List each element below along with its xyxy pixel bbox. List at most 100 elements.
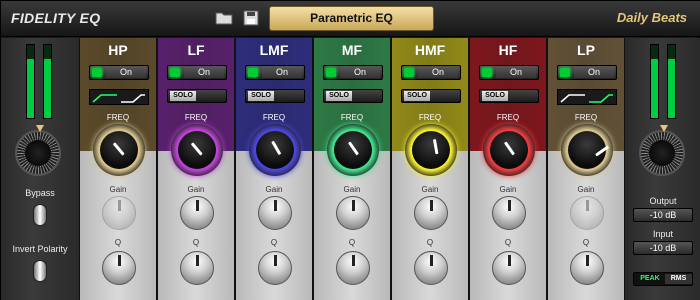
band-on-switch[interactable]: On <box>557 65 617 80</box>
freq-knob[interactable] <box>171 124 223 176</box>
gain-label: Gain <box>421 185 439 194</box>
solo-button[interactable]: SOLO <box>167 89 227 103</box>
gain-label: Gain <box>109 185 127 194</box>
solo-label: SOLO <box>326 91 352 101</box>
q-knob-indicator <box>352 255 355 266</box>
peak-option[interactable]: PEAK <box>636 274 664 284</box>
meter-mode-switch[interactable]: PEAK RMS <box>633 272 693 286</box>
q-label: Q <box>114 238 122 247</box>
freq-knob-indicator <box>271 140 282 156</box>
open-folder-icon[interactable] <box>215 10 233 26</box>
output-meter-left <box>650 44 659 119</box>
band-mf: MF On SOLO FREQ Gain Q <box>313 38 391 300</box>
freq-knob[interactable] <box>483 124 535 176</box>
gain-knob-indicator <box>196 200 199 211</box>
q-knob[interactable] <box>492 251 526 285</box>
q-knob[interactable] <box>570 251 604 285</box>
on-led <box>170 68 180 77</box>
band-on-switch[interactable]: On <box>479 65 539 80</box>
freq-knob[interactable] <box>327 124 379 176</box>
output-trim-dial[interactable] <box>639 125 685 176</box>
freq-knob-cap <box>178 131 216 169</box>
band-on-switch[interactable]: On <box>167 65 227 80</box>
q-knob-indicator <box>118 255 121 266</box>
preset-selector[interactable]: Parametric EQ <box>269 6 434 31</box>
freq-knob-indicator <box>595 145 610 157</box>
q-knob-indicator <box>508 255 511 266</box>
band-on-switch[interactable]: On <box>401 65 461 80</box>
title-bar: FIDELITY EQ Parametric EQ Daily Beats <box>1 1 700 37</box>
solo-label: SOLO <box>170 91 196 101</box>
freq-label: FREQ <box>106 113 130 122</box>
app-title: FIDELITY EQ <box>11 10 101 26</box>
gain-knob[interactable] <box>180 196 214 230</box>
slope-option-b[interactable] <box>587 91 615 103</box>
q-knob[interactable] <box>414 251 448 285</box>
q-knob-indicator <box>196 255 199 266</box>
gain-knob-indicator <box>430 200 433 211</box>
on-led <box>326 68 336 77</box>
gain-knob-indicator <box>274 200 277 211</box>
band-name: LF <box>187 42 205 58</box>
q-knob-indicator <box>274 255 277 266</box>
freq-knob-indicator <box>112 142 125 156</box>
gain-knob[interactable] <box>414 196 448 230</box>
solo-button[interactable]: SOLO <box>245 89 305 103</box>
freq-knob[interactable] <box>405 124 457 176</box>
bypass-toggle[interactable] <box>33 204 47 226</box>
slope-option-b[interactable] <box>119 91 147 103</box>
freq-knob-cap <box>412 131 450 169</box>
q-knob[interactable] <box>336 251 370 285</box>
gain-knob-indicator <box>586 200 589 211</box>
input-readout[interactable]: -10 dB <box>633 241 693 255</box>
gain-knob[interactable] <box>492 196 526 230</box>
freq-knob-indicator <box>503 141 516 156</box>
on-led <box>482 68 492 77</box>
on-label: On <box>574 67 614 78</box>
gain-knob <box>102 196 136 230</box>
q-knob[interactable] <box>180 251 214 285</box>
freq-label: FREQ <box>418 113 442 122</box>
q-label: Q <box>582 238 590 247</box>
band-lf: LF On SOLO FREQ Gain Q <box>157 38 235 300</box>
band-name: MF <box>341 42 363 58</box>
solo-button[interactable]: SOLO <box>479 89 539 103</box>
band-on-switch[interactable]: On <box>89 65 149 80</box>
gain-knob-indicator <box>118 200 121 211</box>
save-icon[interactable] <box>243 10 261 26</box>
freq-knob-indicator <box>347 141 360 156</box>
slope-option-a[interactable] <box>559 91 587 103</box>
freq-knob[interactable] <box>249 124 301 176</box>
band-on-switch[interactable]: On <box>323 65 383 80</box>
rms-option[interactable]: RMS <box>665 274 692 284</box>
freq-knob[interactable] <box>93 124 145 176</box>
band-name: HF <box>498 42 518 58</box>
input-trim-dial[interactable] <box>15 125 61 176</box>
filter-slope-selector[interactable] <box>557 89 617 105</box>
q-label: Q <box>270 238 278 247</box>
gain-knob[interactable] <box>258 196 292 230</box>
output-readout[interactable]: -10 dB <box>633 208 693 222</box>
q-label: Q <box>348 238 356 247</box>
gain-knob-indicator <box>508 200 511 211</box>
solo-button[interactable]: SOLO <box>323 89 383 103</box>
band-hp: HP On FREQ Gain Q <box>79 38 157 300</box>
q-knob-indicator <box>586 255 589 266</box>
invert-polarity-label: Invert Polarity <box>12 244 68 254</box>
band-lp: LP On FREQ Gain Q <box>547 38 625 300</box>
on-label: On <box>496 67 536 78</box>
solo-button[interactable]: SOLO <box>401 89 461 103</box>
band-on-switch[interactable]: On <box>245 65 305 80</box>
gain-knob[interactable] <box>336 196 370 230</box>
input-meter-left <box>26 44 35 119</box>
freq-label: FREQ <box>262 113 286 122</box>
on-label: On <box>418 67 458 78</box>
gain-label: Gain <box>265 185 283 194</box>
q-knob[interactable] <box>102 251 136 285</box>
slope-option-a[interactable] <box>91 91 119 103</box>
freq-knob[interactable] <box>561 124 613 176</box>
gain-label: Gain <box>343 185 361 194</box>
invert-polarity-toggle[interactable] <box>33 260 47 282</box>
filter-slope-selector[interactable] <box>89 89 149 105</box>
q-knob[interactable] <box>258 251 292 285</box>
